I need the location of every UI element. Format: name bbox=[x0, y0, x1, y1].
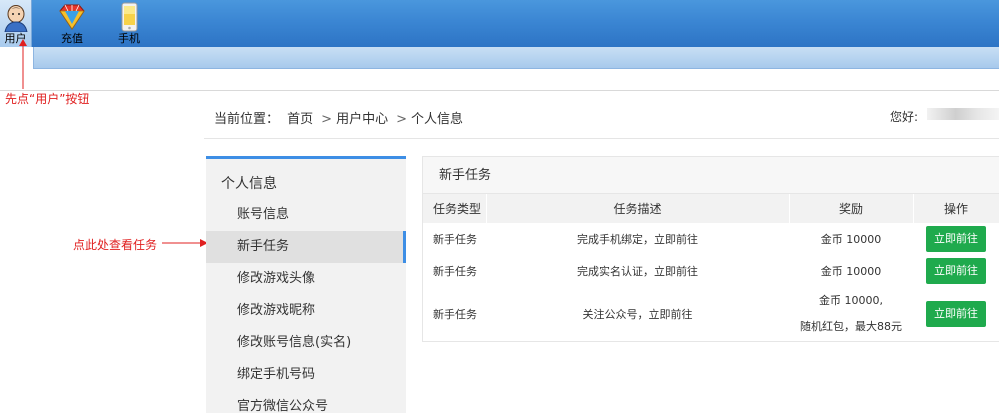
toolbar-recharge-label: 充值 bbox=[61, 32, 83, 45]
task-panel: 新手任务 任务类型 任务描述 奖励 操作 新手任务 完成手机绑定，立即前往 金币… bbox=[422, 156, 999, 342]
phone-icon bbox=[121, 2, 138, 32]
breadcrumb-separator: > bbox=[321, 112, 333, 127]
task-reward-line: 金币 10000, bbox=[819, 293, 883, 307]
table-row: 新手任务 关注公众号，立即前往 金币 10000, 随机红包，最大88元 立即前… bbox=[423, 287, 999, 340]
column-header-desc: 任务描述 bbox=[486, 194, 790, 223]
menu-item-change-avatar[interactable]: 修改游戏头像 bbox=[206, 263, 406, 295]
user-icon bbox=[3, 5, 28, 32]
menu-item-account-info[interactable]: 账号信息 bbox=[206, 199, 406, 231]
task-desc: 关注公众号，立即前往 bbox=[582, 307, 693, 321]
task-type: 新手任务 bbox=[433, 233, 477, 246]
task-desc: 完成实名认证，立即前往 bbox=[577, 265, 698, 278]
go-now-button[interactable]: 立即前往 bbox=[926, 300, 986, 327]
task-table-header: 任务类型 任务描述 奖励 操作 bbox=[423, 194, 999, 223]
menu-item-wechat-official[interactable]: 官方微信公众号 bbox=[206, 391, 406, 413]
go-now-button[interactable]: 立即前往 bbox=[926, 258, 986, 284]
task-reward: 金币 10000, 随机红包，最大88元 bbox=[789, 287, 913, 340]
top-toolbar bbox=[0, 0, 999, 47]
annotation-view-tasks: 点此处查看任务 bbox=[73, 238, 158, 252]
username-redacted bbox=[927, 108, 999, 120]
task-reward-line: 金币 10000 bbox=[820, 233, 882, 246]
breadcrumb-user-center[interactable]: 用户中心 bbox=[336, 112, 388, 127]
breadcrumb-separator: > bbox=[396, 112, 407, 127]
task-reward-line: 随机红包，最大88元 bbox=[800, 319, 902, 333]
column-header-type: 任务类型 bbox=[423, 194, 487, 223]
task-reward: 金币 10000 bbox=[789, 223, 913, 255]
column-header-reward: 奖励 bbox=[789, 194, 914, 223]
task-type: 新手任务 bbox=[433, 307, 477, 321]
recharge-gem-icon bbox=[59, 4, 85, 30]
greeting-text: 您好: bbox=[890, 110, 919, 124]
menu-item-bind-phone[interactable]: 绑定手机号码 bbox=[206, 359, 406, 391]
table-row: 新手任务 完成实名认证，立即前往 金币 10000 立即前往 bbox=[423, 255, 999, 287]
annotation-arrow-right bbox=[162, 239, 208, 247]
task-action-cell: 立即前往 bbox=[913, 287, 999, 340]
annotation-arrow-up bbox=[19, 39, 27, 89]
breadcrumb-divider bbox=[204, 138, 999, 139]
task-reward: 金币 10000 bbox=[789, 255, 913, 287]
breadcrumb-home[interactable]: 首页 bbox=[287, 112, 313, 127]
task-type: 新手任务 bbox=[433, 265, 477, 278]
menu-item-newbie-tasks[interactable]: 新手任务 bbox=[206, 231, 406, 263]
side-menu-title: 个人信息 bbox=[221, 176, 277, 192]
header-divider bbox=[0, 90, 999, 91]
toolbar-phone-button[interactable]: 手机 bbox=[112, 0, 146, 47]
breadcrumb-prefix: 当前位置： bbox=[214, 112, 280, 127]
menu-item-real-name[interactable]: 修改账号信息(实名) bbox=[206, 327, 406, 359]
task-reward-line: 金币 10000 bbox=[820, 265, 882, 278]
breadcrumb-current: 个人信息 bbox=[411, 112, 464, 127]
task-action-cell: 立即前往 bbox=[913, 223, 999, 255]
table-row: 新手任务 完成手机绑定，立即前往 金币 10000 立即前往 bbox=[423, 223, 999, 255]
go-now-button[interactable]: 立即前往 bbox=[926, 226, 986, 252]
app-window: 用户 充值 手机 先点“用户”按钮 点此处查看任务 当前位置： 首页 > 用户中… bbox=[0, 0, 999, 413]
toolbar-recharge-button[interactable]: 充值 bbox=[54, 0, 90, 47]
side-menu: 个人信息 账号信息 新手任务 修改游戏头像 修改游戏昵称 修改账号信息(实名) … bbox=[206, 156, 406, 413]
task-desc: 完成手机绑定，立即前往 bbox=[577, 233, 698, 246]
toolbar-sub-band bbox=[0, 47, 999, 69]
toolbar-phone-label: 手机 bbox=[118, 32, 140, 45]
task-table: 任务类型 任务描述 奖励 操作 新手任务 完成手机绑定，立即前往 金币 1000… bbox=[423, 194, 999, 340]
menu-item-change-nickname[interactable]: 修改游戏昵称 bbox=[206, 295, 406, 327]
task-panel-title: 新手任务 bbox=[423, 157, 999, 194]
annotation-click-user: 先点“用户”按钮 bbox=[5, 92, 90, 106]
task-action-cell: 立即前往 bbox=[913, 255, 999, 287]
column-header-action: 操作 bbox=[913, 194, 999, 223]
breadcrumb: 当前位置： 首页 > 用户中心 > 个人信息 bbox=[214, 108, 467, 127]
